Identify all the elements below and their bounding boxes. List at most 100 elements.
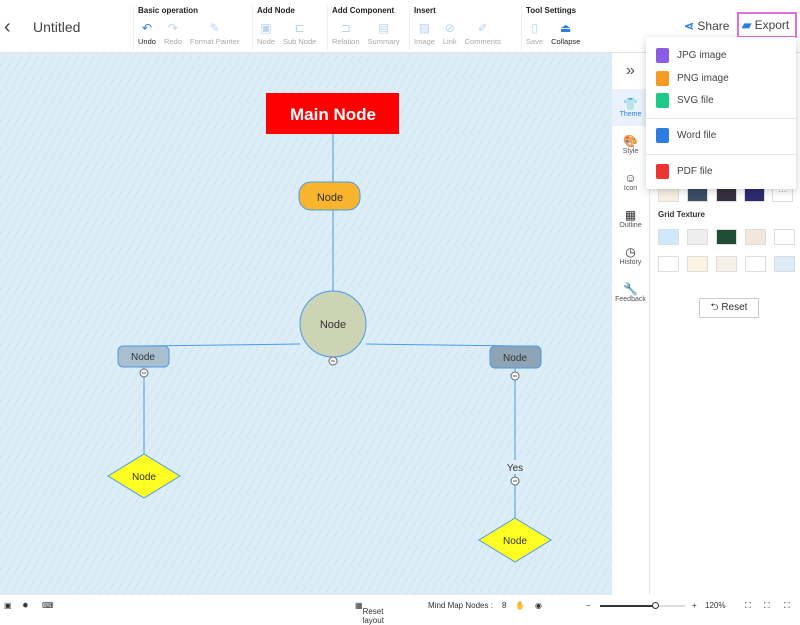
eye-icon[interactable]: ◉ bbox=[535, 601, 542, 610]
zoom-level[interactable]: 120% bbox=[705, 601, 725, 610]
node-label: Node bbox=[503, 536, 527, 547]
grid-texture-swatch[interactable] bbox=[745, 229, 766, 245]
keyboard-icon[interactable]: ⌨ bbox=[42, 601, 54, 610]
save-button[interactable]: ▯ Save bbox=[522, 21, 547, 46]
fullscreen-icon[interactable]: ⛶ bbox=[764, 601, 770, 611]
summary-button[interactable]: ▤ Summary bbox=[364, 21, 404, 46]
grid-texture-swatch[interactable] bbox=[658, 256, 679, 272]
node-icon: ▣ bbox=[260, 21, 272, 35]
hand-icon[interactable]: ✋ bbox=[515, 601, 525, 610]
grid-texture-heading: Grid Texture bbox=[658, 210, 705, 219]
undo-button[interactable]: ↶ Undo bbox=[134, 21, 160, 46]
redo-button[interactable]: ↷ Redo bbox=[160, 21, 186, 46]
toolbar-group: Insert ▨ Image ⊘ Link ✐ Comments bbox=[409, 6, 505, 50]
export-png-image[interactable]: PNG image bbox=[656, 71, 729, 86]
export-jpg-image[interactable]: JPG image bbox=[656, 48, 726, 63]
sidebar-item-theme[interactable]: 👕 Theme bbox=[612, 89, 649, 126]
file-icon bbox=[656, 128, 669, 143]
sidebar-item-icon[interactable]: ☺ Icon bbox=[612, 163, 649, 200]
right-sidebar: » 👕 Theme 🎨 Style ☺ Icon ▦ Outline ◷ History 🔧 Feed… bbox=[612, 53, 650, 595]
relation-label: Yes bbox=[507, 463, 523, 474]
collapse-toggles[interactable] bbox=[139, 356, 520, 486]
grid-texture-swatch[interactable] bbox=[658, 229, 679, 245]
group-title: Basic operation bbox=[138, 6, 199, 15]
file-icon bbox=[656, 164, 669, 179]
fit-icon[interactable]: ⛶ bbox=[745, 601, 751, 611]
tool-label: Save bbox=[526, 37, 544, 46]
mind-map: Main Node Node Node Node Node Node Node … bbox=[107, 93, 552, 563]
zoom-slider[interactable] bbox=[600, 602, 685, 609]
document-title[interactable]: Untitled bbox=[33, 19, 80, 35]
tool-label: Relation bbox=[332, 37, 360, 46]
relation-icon: ⊐ bbox=[340, 21, 351, 35]
expand-icon[interactable]: ⛶ bbox=[784, 601, 790, 611]
grid-texture-swatch[interactable] bbox=[687, 229, 708, 245]
reset-layout-button[interactable]: ▦ Reset layout bbox=[355, 601, 384, 625]
back-button[interactable]: ‹ bbox=[4, 16, 11, 39]
summary-icon: ▤ bbox=[377, 21, 390, 35]
sidebar-item-feedback[interactable]: 🔧 Feedback bbox=[612, 274, 649, 311]
feedback-icon: 🔧 bbox=[623, 282, 638, 296]
outline-icon: ▦ bbox=[624, 208, 637, 222]
image-icon: ▨ bbox=[418, 21, 431, 35]
file-icon bbox=[656, 93, 669, 108]
sidebar-item-history[interactable]: ◷ History bbox=[612, 237, 649, 274]
sidebar-item-label: Outline bbox=[619, 222, 642, 229]
export-word-file[interactable]: Word file bbox=[656, 128, 716, 143]
theme-icon[interactable]: ✹ bbox=[22, 601, 29, 610]
grid-texture-swatch[interactable] bbox=[774, 256, 795, 272]
sidebar-item-label: Style bbox=[622, 148, 639, 155]
link-button[interactable]: ⊘ Link bbox=[439, 21, 461, 46]
share-button[interactable]: ⋖ Share bbox=[684, 19, 729, 33]
tool-label: Format Painter bbox=[189, 37, 240, 46]
format-painter-button[interactable]: ✎ Format Painter bbox=[186, 21, 244, 46]
comments-button[interactable]: ✐ Comments bbox=[461, 21, 505, 46]
toolbar-group: Add Node ▣ Node ⊏ Sub Node bbox=[252, 6, 320, 50]
export-icon: ▰ bbox=[742, 18, 752, 32]
zoom-out-button[interactable]: − bbox=[586, 601, 591, 610]
collapse-panel-button[interactable]: » bbox=[612, 53, 649, 89]
zoom-in-button[interactable]: + bbox=[692, 601, 697, 610]
grid-texture-swatch[interactable] bbox=[716, 229, 737, 245]
collapse-icon: ⏏ bbox=[560, 21, 572, 35]
sidebar-item-style[interactable]: 🎨 Style bbox=[612, 126, 649, 163]
node-label: Node bbox=[132, 472, 156, 483]
sub-node-button[interactable]: ⊏ Sub Node bbox=[279, 21, 320, 46]
export-menu: JPG image PNG image SVG file Word file PDF f… bbox=[646, 37, 796, 189]
save-icon: ▯ bbox=[531, 21, 538, 35]
mind-map-canvas[interactable]: Main Node Node Node Node Node Node Node … bbox=[0, 53, 612, 595]
sidebar-item-label: Feedback bbox=[615, 296, 646, 303]
export-pdf-file[interactable]: PDF file bbox=[656, 164, 713, 179]
sidebar-item-label: History bbox=[619, 259, 642, 266]
file-icon bbox=[656, 71, 669, 86]
tool-label: Collapse bbox=[551, 37, 581, 46]
grid-texture-swatch[interactable] bbox=[716, 256, 737, 272]
reset-button[interactable]: ⮌ Reset bbox=[699, 298, 759, 318]
toolbar-group: Basic operation ↶ Undo ↷ Redo ✎ Format Painter bbox=[133, 6, 243, 50]
export-button[interactable]: ▰ Export bbox=[737, 12, 797, 38]
menu-item-label: SVG file bbox=[677, 95, 714, 106]
grid-texture-swatch[interactable] bbox=[774, 229, 795, 245]
grid-texture-swatch[interactable] bbox=[687, 256, 708, 272]
sidebar-item-outline[interactable]: ▦ Outline bbox=[612, 200, 649, 237]
relation-button[interactable]: ⊐ Relation bbox=[328, 21, 364, 46]
image-button[interactable]: ▨ Image bbox=[410, 21, 439, 46]
share-icon: ⋖ bbox=[684, 19, 695, 33]
sidebar-item-label: Icon bbox=[623, 185, 638, 192]
main-node-label: Main Node bbox=[290, 105, 376, 124]
sub-node-icon: ⊏ bbox=[294, 21, 305, 35]
menu-item-label: JPG image bbox=[677, 50, 727, 61]
toolbar-group: Tool Settings ▯ Save ⏏ Collapse bbox=[521, 6, 584, 50]
menu-item-label: PDF file bbox=[677, 166, 713, 177]
node-label: Node bbox=[503, 353, 527, 364]
tool-label: Node bbox=[257, 37, 275, 46]
export-svg-file[interactable]: SVG file bbox=[656, 93, 714, 108]
collapse-button[interactable]: ⏏ Collapse bbox=[547, 21, 584, 46]
node-button[interactable]: ▣ Node bbox=[253, 21, 279, 46]
menu-item-label: PNG image bbox=[677, 73, 729, 84]
tool-label: Image bbox=[414, 37, 435, 46]
outline-icon[interactable]: ▣ bbox=[4, 601, 12, 610]
grid-texture-swatch[interactable] bbox=[745, 256, 766, 272]
file-icon bbox=[656, 48, 669, 63]
menu-item-label: Word file bbox=[677, 130, 717, 141]
